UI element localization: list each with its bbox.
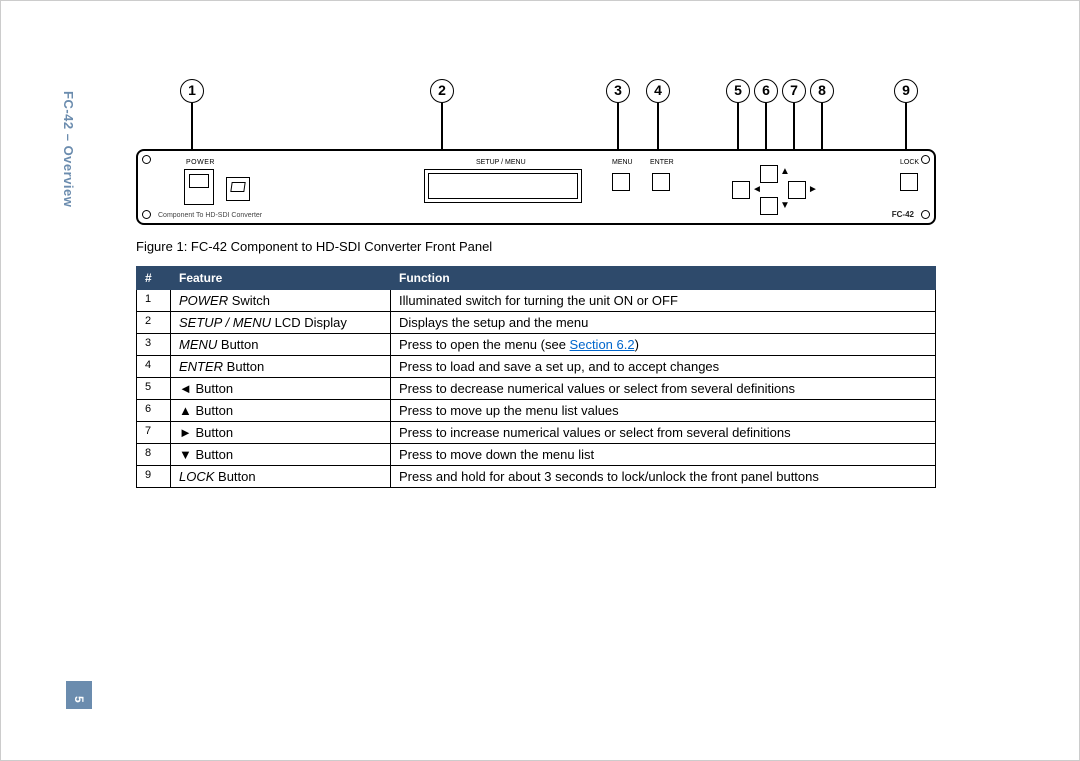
enter-button-icon [652,173,670,191]
brand-logo [226,177,250,201]
lcd-display [424,169,582,203]
callout-line [657,103,659,155]
table-row: 6 ▲ Button Press to move up the menu lis… [137,400,936,422]
cell-feature: POWER Switch [171,290,391,312]
col-feature: Feature [171,267,391,290]
callout-5: 5 [726,79,750,103]
cell-feature: MENU Button [171,334,391,356]
arrow-down-icon: ▼ [780,201,790,211]
cell-function: Illuminated switch for turning the unit … [391,290,936,312]
enter-label: ENTER [650,159,674,166]
section-link[interactable]: Section 6.2 [570,337,635,352]
callout-line [821,103,823,155]
callout-2: 2 [430,79,454,103]
arrow-up-icon: ▲ [780,167,790,177]
cell-feature: ▲ Button [171,400,391,422]
callout-line [191,103,193,155]
cell-function: Press to open the menu (see Section 6.2) [391,334,936,356]
cell-function: Press to move up the menu list values [391,400,936,422]
cell-feature: ▼ Button [171,444,391,466]
arrow-up-icon: ▲ [179,403,192,418]
right-button-icon [788,181,806,199]
cell-num: 8 [137,444,171,466]
table-row: 7 ► Button Press to increase numerical v… [137,422,936,444]
panel-model: FC-42 [892,210,914,219]
cell-num: 1 [137,290,171,312]
callout-line [905,103,907,155]
callout-1: 1 [180,79,204,103]
col-function: Function [391,267,936,290]
callout-4: 4 [646,79,670,103]
arrow-left-icon: ◄ [179,381,192,396]
page-content: 1 2 3 4 5 6 7 8 9 POWER Component To HD-… [136,79,1036,488]
cell-num: 6 [137,400,171,422]
cell-function: Displays the setup and the menu [391,312,936,334]
table-row: 2 SETUP / MENU LCD Display Displays the … [137,312,936,334]
power-switch [184,169,214,205]
screw-icon [142,210,151,219]
table-row: 3 MENU Button Press to open the menu (se… [137,334,936,356]
page-number: 5 [66,681,92,709]
callout-8: 8 [810,79,834,103]
lcd-label: SETUP / MENU [476,159,526,166]
table-row: 8 ▼ Button Press to move down the menu l… [137,444,936,466]
cell-feature: ► Button [171,422,391,444]
lock-label: LOCK [900,159,919,166]
arrow-right-icon: ► [179,425,192,440]
callout-line [793,103,795,155]
cell-num: 4 [137,356,171,378]
cell-num: 9 [137,466,171,488]
menu-button-icon [612,173,630,191]
cell-feature: SETUP / MENU LCD Display [171,312,391,334]
cell-function: Press to increase numerical values or se… [391,422,936,444]
callout-line [617,103,619,155]
up-button-icon [760,165,778,183]
col-num: # [137,267,171,290]
callout-9: 9 [894,79,918,103]
power-label: POWER [186,159,215,166]
cell-num: 7 [137,422,171,444]
callout-6: 6 [754,79,778,103]
table-row: 5 ◄ Button Press to decrease numerical v… [137,378,936,400]
screw-icon [142,155,151,164]
table-row: 1 POWER Switch Illuminated switch for tu… [137,290,936,312]
arrow-down-icon: ▼ [179,447,192,462]
cell-num: 5 [137,378,171,400]
callout-line [765,103,767,155]
arrow-left-icon: ◄ [752,185,762,195]
cell-function: Press to move down the menu list [391,444,936,466]
feature-table: # Feature Function 1 POWER Switch Illumi… [136,266,936,488]
cell-num: 3 [137,334,171,356]
arrow-right-icon: ► [808,185,818,195]
lock-button-icon [900,173,918,191]
cell-function: Press to load and save a set up, and to … [391,356,936,378]
cell-function: Press and hold for about 3 seconds to lo… [391,466,936,488]
cell-feature: ◄ Button [171,378,391,400]
table-row: 9 LOCK Button Press and hold for about 3… [137,466,936,488]
callout-line [737,103,739,155]
cell-function: Press to decrease numerical values or se… [391,378,936,400]
screw-icon [921,155,930,164]
figure-caption: Figure 1: FC-42 Component to HD-SDI Conv… [136,239,1036,254]
panel-subtitle: Component To HD-SDI Converter [158,212,262,219]
callout-3: 3 [606,79,630,103]
down-button-icon [760,197,778,215]
callout-line [441,103,443,155]
left-button-icon [732,181,750,199]
page-header-side: FC-42 – Overview [61,91,76,207]
menu-label: MENU [612,159,633,166]
device-front-panel: POWER Component To HD-SDI Converter FC-4… [136,149,936,225]
cell-num: 2 [137,312,171,334]
callout-7: 7 [782,79,806,103]
cell-feature: ENTER Button [171,356,391,378]
table-row: 4 ENTER Button Press to load and save a … [137,356,936,378]
cell-feature: LOCK Button [171,466,391,488]
screw-icon [921,210,930,219]
callout-row: 1 2 3 4 5 6 7 8 9 [136,79,936,149]
